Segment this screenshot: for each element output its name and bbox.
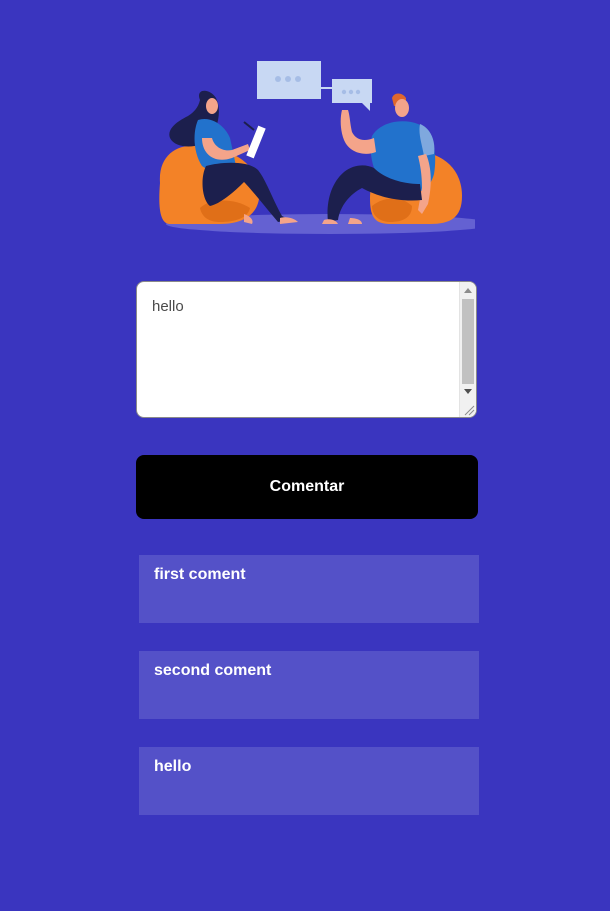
comment-text: first coment [154, 566, 246, 583]
scroll-thumb[interactable] [462, 299, 474, 384]
conversation-illustration [159, 61, 475, 234]
comment-submit-button[interactable]: Comentar [136, 455, 478, 519]
scroll-down-arrow-icon[interactable] [464, 389, 472, 394]
scroll-up-arrow-icon[interactable] [464, 288, 472, 293]
comment-text: second coment [154, 662, 272, 679]
resize-grip-icon[interactable] [463, 404, 475, 416]
textarea-scrollbar[interactable] [459, 282, 476, 417]
comment-card: first coment [139, 555, 479, 623]
comment-card: second coment [139, 651, 479, 719]
comments-list: first coment second coment hello [139, 555, 479, 843]
comment-card: hello [139, 747, 479, 815]
comment-textarea-container [136, 281, 477, 418]
comment-textarea[interactable] [137, 282, 461, 417]
speech-bubble-right-icon [332, 79, 372, 111]
comment-text: hello [154, 758, 192, 775]
speech-bubble-left-icon [257, 61, 321, 99]
